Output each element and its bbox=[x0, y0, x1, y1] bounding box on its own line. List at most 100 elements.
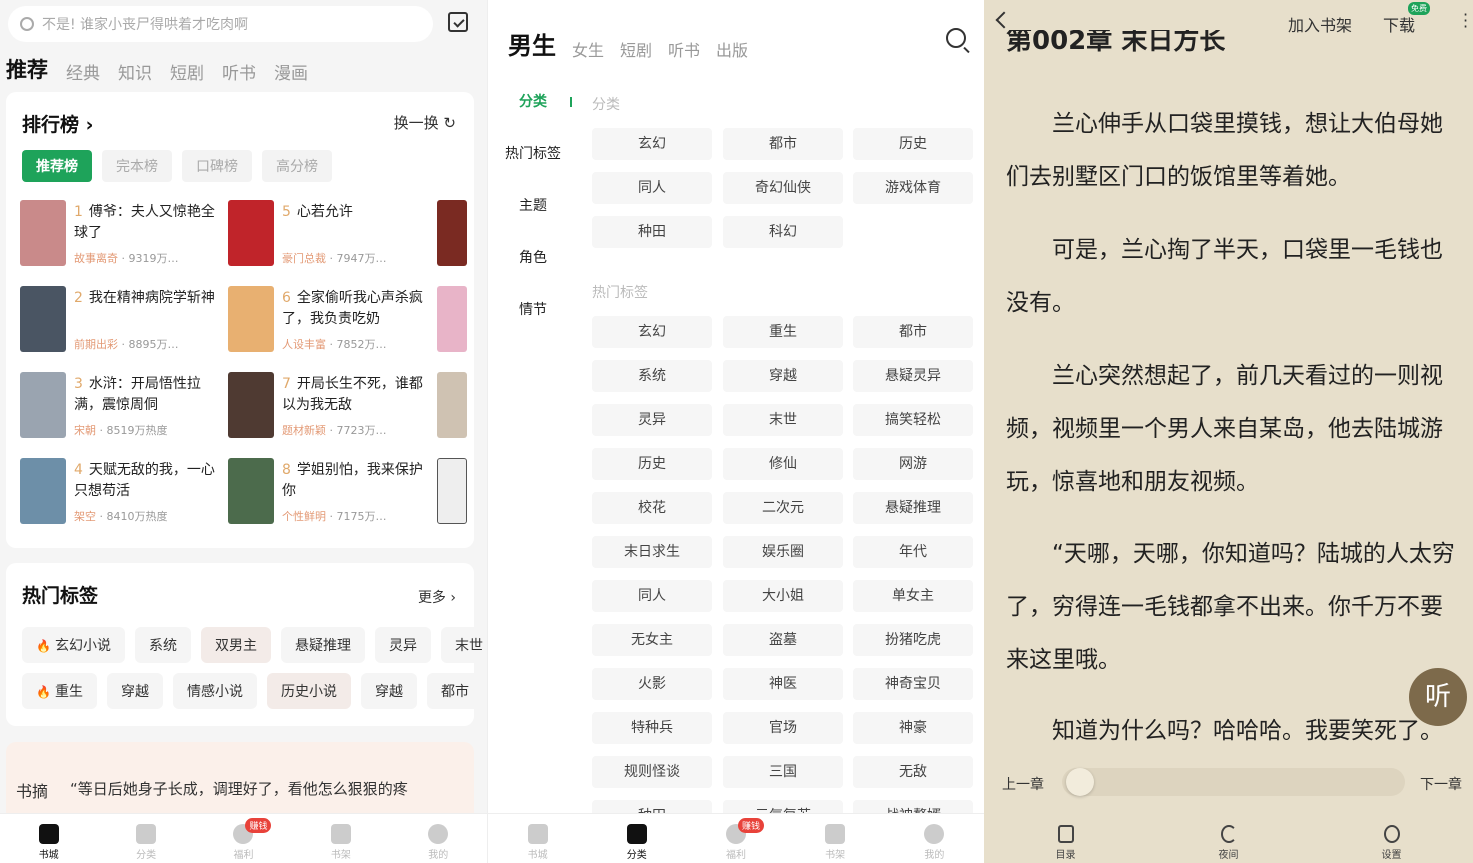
tag-chip[interactable]: 穿越 bbox=[360, 673, 417, 709]
slider-knob[interactable] bbox=[1066, 768, 1094, 796]
category-chip[interactable]: 历史 bbox=[853, 128, 973, 160]
book-cover[interactable] bbox=[437, 286, 467, 352]
hot-tag-chip[interactable]: 修仙 bbox=[723, 448, 843, 480]
tag-chip[interactable]: 都市 bbox=[426, 673, 483, 709]
nav-welfare[interactable]: 赚钱 福利 bbox=[706, 818, 766, 861]
tag-chip[interactable]: 穿越 bbox=[106, 673, 163, 709]
hot-tag-chip[interactable]: 系统 bbox=[592, 360, 712, 392]
tag-chip[interactable]: 末世 bbox=[440, 627, 487, 663]
tab-short-drama[interactable]: 短剧 bbox=[170, 59, 204, 84]
tab-reputation-rank[interactable]: 口碑榜 bbox=[182, 150, 252, 182]
ranking-book-item[interactable]: 2 我在精神病院学斩神 前期出彩 · 8895万… bbox=[20, 286, 226, 356]
category-chip[interactable]: 种田 bbox=[592, 216, 712, 248]
next-chapter-button[interactable]: 下一章 bbox=[1420, 774, 1462, 794]
tab-complete-rank[interactable]: 完本榜 bbox=[102, 150, 172, 182]
hot-tag-chip[interactable]: 末日求生 bbox=[592, 536, 712, 568]
search-bar[interactable]: 不是! 谁家小丧尸得哄着才吃肉啊 bbox=[8, 6, 433, 42]
tab-male[interactable]: 男生 bbox=[508, 26, 556, 61]
hot-tag-chip[interactable]: 神豪 bbox=[853, 712, 973, 744]
tag-chip[interactable]: 情感小说 bbox=[172, 673, 257, 709]
ranking-book-item[interactable]: 6 全家偷听我心声杀疯了，我负责吃奶 人设丰富 · 7852万… bbox=[228, 286, 434, 356]
hot-tag-chip[interactable]: 网游 bbox=[853, 448, 973, 480]
hot-tag-chip[interactable]: 年代 bbox=[853, 536, 973, 568]
category-chip[interactable]: 游戏体育 bbox=[853, 172, 973, 204]
tag-chip[interactable]: 灵异 bbox=[374, 627, 431, 663]
hot-tag-chip[interactable]: 无敌 bbox=[853, 756, 973, 788]
tab-audiobook[interactable]: 听书 bbox=[222, 59, 256, 84]
hot-tag-chip[interactable]: 三国 bbox=[723, 756, 843, 788]
sidebar-item-category[interactable]: 分类 bbox=[488, 80, 578, 132]
category-chip[interactable]: 科幻 bbox=[723, 216, 843, 248]
ranking-book-item[interactable]: 8 学姐别怕，我来保护你 个性鲜明 · 7175万… bbox=[228, 458, 434, 528]
category-chip[interactable]: 都市 bbox=[723, 128, 843, 160]
hot-tag-chip[interactable]: 盗墓 bbox=[723, 624, 843, 656]
hot-tag-chip[interactable]: 二次元 bbox=[723, 492, 843, 524]
hot-tag-chip[interactable]: 规则怪谈 bbox=[592, 756, 712, 788]
hot-tag-chip[interactable]: 历史 bbox=[592, 448, 712, 480]
hot-tag-chip[interactable]: 悬疑推理 bbox=[853, 492, 973, 524]
hot-tag-chip[interactable]: 神奇宝贝 bbox=[853, 668, 973, 700]
tag-chip[interactable]: 悬疑推理 bbox=[280, 627, 365, 663]
prev-chapter-button[interactable]: 上一章 bbox=[1002, 774, 1044, 794]
hot-tag-chip[interactable]: 同人 bbox=[592, 580, 712, 612]
category-chip[interactable]: 同人 bbox=[592, 172, 712, 204]
ranking-book-item[interactable]: 1 傅爷：夫人又惊艳全球了 故事离奇 · 9319万… bbox=[20, 200, 226, 270]
sidebar-item-hot-tags[interactable]: 热门标签 bbox=[488, 132, 578, 184]
nav-bookshelf[interactable]: 书架 bbox=[805, 824, 865, 861]
hot-tag-chip[interactable]: 扮猪吃虎 bbox=[853, 624, 973, 656]
tab-score-rank[interactable]: 高分榜 bbox=[262, 150, 332, 182]
sidebar-item-plot[interactable]: 情节 bbox=[488, 288, 578, 340]
download-button[interactable]: 下载 bbox=[1383, 12, 1415, 36]
hot-tag-chip[interactable]: 特种兵 bbox=[592, 712, 712, 744]
hot-tag-chip[interactable]: 官场 bbox=[723, 712, 843, 744]
toc-button[interactable]: 目录 bbox=[1036, 825, 1096, 861]
tab-knowledge[interactable]: 知识 bbox=[118, 59, 152, 84]
tag-chip[interactable]: 系统 bbox=[134, 627, 191, 663]
settings-button[interactable]: 设置 bbox=[1362, 825, 1422, 861]
chapter-progress-slider[interactable] bbox=[1062, 768, 1405, 796]
nav-welfare[interactable]: 赚钱 福利 bbox=[213, 818, 273, 861]
tab-recommend[interactable]: 推荐 bbox=[6, 54, 48, 84]
add-to-shelf-button[interactable]: 加入书架 bbox=[1288, 12, 1352, 36]
category-chip[interactable]: 奇幻仙侠 bbox=[723, 172, 843, 204]
ranking-book-item[interactable]: 4 天赋无敌的我，一心只想苟活 架空 · 8410万热度 bbox=[20, 458, 226, 528]
nav-category[interactable]: 分类 bbox=[116, 824, 176, 861]
hot-tag-chip[interactable]: 单女主 bbox=[853, 580, 973, 612]
sidebar-item-theme[interactable]: 主题 bbox=[488, 184, 578, 236]
tab-audiobook[interactable]: 听书 bbox=[668, 37, 700, 61]
book-excerpt[interactable]: 书摘 “等日后她身子长成，调理好了，看他怎么狠狠的疼 bbox=[6, 742, 474, 822]
hot-tag-chip[interactable]: 火影 bbox=[592, 668, 712, 700]
hot-tag-chip[interactable]: 校花 bbox=[592, 492, 712, 524]
hot-tag-chip[interactable]: 都市 bbox=[853, 316, 973, 348]
tab-female[interactable]: 女生 bbox=[572, 37, 604, 61]
tag-chip[interactable]: 历史小说 bbox=[266, 673, 351, 709]
hot-tag-chip[interactable]: 重生 bbox=[723, 316, 843, 348]
book-cover[interactable] bbox=[437, 200, 467, 266]
tab-publish[interactable]: 出版 bbox=[716, 37, 748, 61]
tag-chip[interactable]: 🔥 玄幻小说 bbox=[22, 627, 125, 663]
hot-tag-chip[interactable]: 无女主 bbox=[592, 624, 712, 656]
ranking-book-item[interactable]: 3 水浒：开局悟性拉满，震惊周侗 宋朝 · 8519万热度 bbox=[20, 372, 226, 442]
ranking-book-item[interactable]: 7 开局长生不死，谁都以为我无敌 题材新颖 · 7723万… bbox=[228, 372, 434, 442]
swap-button[interactable]: 换一换 ↻ bbox=[394, 112, 456, 133]
hot-tag-chip[interactable]: 搞笑轻松 bbox=[853, 404, 973, 436]
checkin-icon[interactable] bbox=[448, 12, 468, 32]
ranking-book-item[interactable]: 5 心若允许 豪门总裁 · 7947万… bbox=[228, 200, 434, 270]
hot-tag-chip[interactable]: 娱乐圈 bbox=[723, 536, 843, 568]
hot-tag-chip[interactable]: 大小姐 bbox=[723, 580, 843, 612]
hot-tag-chip[interactable]: 灵异 bbox=[592, 404, 712, 436]
night-mode-button[interactable]: 夜间 bbox=[1199, 825, 1259, 861]
nav-bookshelf[interactable]: 书架 bbox=[311, 824, 371, 861]
tab-classic[interactable]: 经典 bbox=[66, 59, 100, 84]
tab-recommend-rank[interactable]: 推荐榜 bbox=[22, 150, 92, 182]
nav-bookstore[interactable]: 书城 bbox=[508, 824, 568, 861]
nav-bookstore[interactable]: 书城 bbox=[19, 824, 79, 861]
tab-comic[interactable]: 漫画 bbox=[274, 59, 308, 84]
listen-button[interactable]: 听 bbox=[1409, 668, 1467, 726]
hot-tag-chip[interactable]: 悬疑灵异 bbox=[853, 360, 973, 392]
tag-chip[interactable]: 双男主 bbox=[200, 627, 271, 663]
tag-chip[interactable]: 🔥 重生 bbox=[22, 673, 97, 709]
sidebar-item-role[interactable]: 角色 bbox=[488, 236, 578, 288]
nav-profile[interactable]: 我的 bbox=[408, 824, 468, 861]
tab-short-drama[interactable]: 短剧 bbox=[620, 37, 652, 61]
